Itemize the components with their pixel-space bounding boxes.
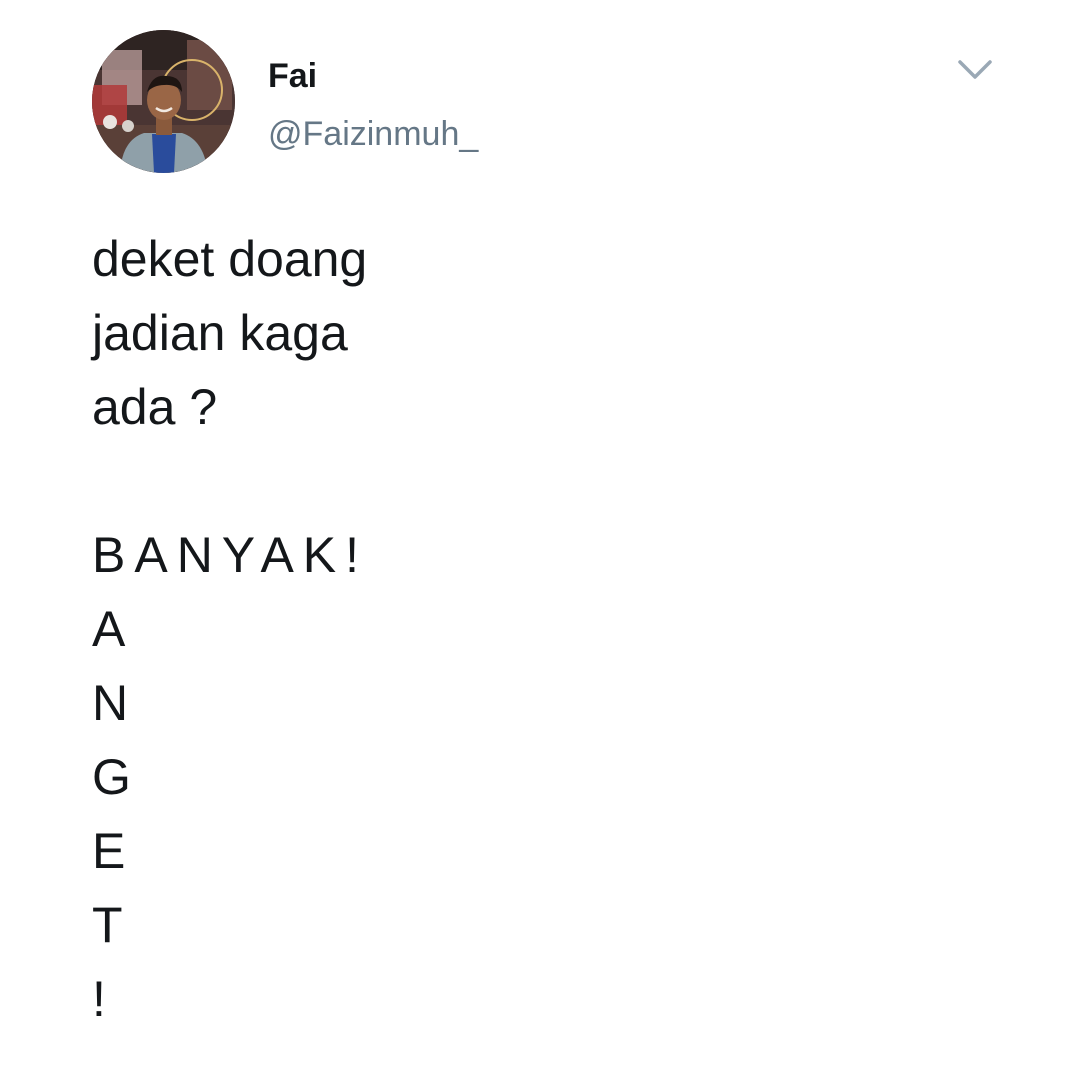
tweet-text-line: ada ? [92, 379, 218, 435]
tweet-text-line: G [92, 749, 131, 805]
tweet-text-line: A [92, 601, 126, 657]
tweet-text-line: N [92, 675, 129, 731]
profile-photo [92, 30, 235, 173]
tweet-text-line: deket doang [92, 231, 368, 287]
chevron-down-icon[interactable] [956, 58, 994, 82]
tweet-text: deket doang jadian kaga ada ? BANYAK! A … [92, 222, 368, 1036]
author-handle[interactable]: @Faizinmuh_ [268, 114, 478, 154]
tweet-text-line: jadian kaga [92, 305, 348, 361]
author-display-name[interactable]: Fai [268, 56, 317, 96]
tweet-text-line: T [92, 897, 123, 953]
tweet-card: Fai @Faizinmuh_ deket doang jadian kaga … [0, 0, 1080, 1080]
author-avatar[interactable] [92, 30, 235, 173]
tweet-text-line: ! [92, 971, 106, 1027]
tweet-text-line: E [92, 823, 126, 879]
tweet-text-line [92, 444, 368, 518]
tweet-text-line: BANYAK! [92, 527, 369, 583]
